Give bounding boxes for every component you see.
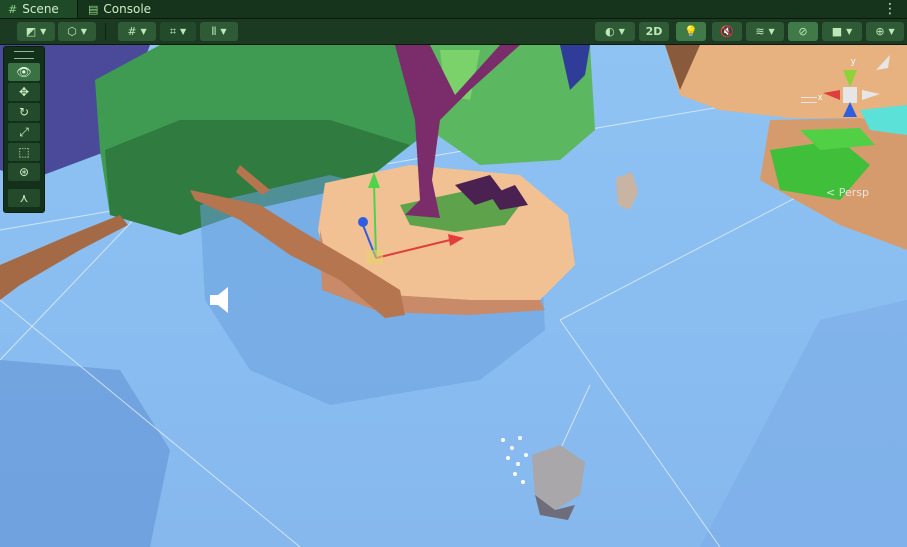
transform-icon: ⊛: [18, 165, 30, 179]
more-options-icon[interactable]: ⋮: [883, 0, 897, 18]
audio-toggle[interactable]: 🔇: [712, 22, 742, 41]
console-icon: ▤: [88, 2, 99, 16]
audio-mixer-dropdown[interactable]: ⦀ ▼: [200, 22, 238, 41]
scale-icon: ⤢: [19, 124, 29, 139]
grid-snap-icon: #: [127, 25, 137, 38]
scene-viewport[interactable]: x y < Persp: [0, 45, 907, 547]
tab-console-label: Console: [103, 2, 152, 16]
hidden-eye-icon: ⊘: [798, 25, 808, 38]
rotate-tool-button[interactable]: ↻: [8, 103, 40, 121]
lighting-toggle[interactable]: 💡: [676, 22, 706, 41]
increment-snap-dropdown[interactable]: ⌗ ▼: [160, 22, 196, 41]
tab-scene-label: Scene: [22, 2, 59, 16]
transform-tool-button[interactable]: ⊛: [8, 163, 40, 181]
shading-sphere-icon: ◐: [605, 25, 615, 38]
tab-scene[interactable]: # Scene: [0, 0, 78, 18]
effects-dropdown[interactable]: ≋ ▼: [746, 22, 784, 41]
chevron-down-icon: ▼: [40, 27, 47, 36]
cube-icon: ⬡: [67, 25, 77, 38]
svg-text:x: x: [818, 92, 823, 102]
perspective-toggle[interactable]: < Persp: [826, 186, 869, 199]
scene-grid-icon: #: [8, 2, 18, 16]
draw-mode-icon: ◩: [25, 25, 37, 38]
chevron-down-icon: ▼: [768, 27, 775, 36]
custom-tool-icon: ⋏: [19, 191, 29, 205]
chevron-down-icon: ▼: [80, 27, 87, 36]
gizmo-drag-handle[interactable]: [801, 97, 817, 103]
rotate-icon: ↻: [18, 105, 30, 119]
layers-icon: ≋: [755, 25, 765, 38]
grid-snap-dropdown[interactable]: # ▼: [118, 22, 156, 41]
scene-toolbar: ◩ ▼ ⬡ ▼ # ▼ ⌗ ▼ ⦀ ▼ ◐ ▼ 2D 💡 🔇 ≋ ▼ ⊘ ■ ▼ ⊕ ▼: [0, 19, 907, 45]
shading-mode-dropdown[interactable]: ◐ ▼: [595, 22, 635, 41]
rect-tool-button[interactable]: ⬚: [8, 143, 40, 161]
scene-visibility-toggle[interactable]: ⊘: [788, 22, 818, 41]
view-tool-button[interactable]: 👁: [8, 63, 40, 81]
chevron-down-icon: ▼: [220, 27, 227, 36]
overlay-drag-handle[interactable]: [14, 51, 34, 59]
move-arrows-icon: ✥: [18, 85, 30, 99]
increment-snap-icon: ⌗: [169, 24, 177, 38]
sliders-icon: ⦀: [211, 24, 217, 38]
draw-mode-dropdown[interactable]: ◩ ▼: [17, 22, 55, 41]
lightbulb-icon: 💡: [684, 25, 698, 38]
svg-text:y: y: [851, 56, 856, 66]
mute-speaker-icon: 🔇: [720, 25, 734, 38]
tab-console[interactable]: ▤ Console: [80, 0, 160, 18]
chevron-down-icon: ▼: [846, 27, 853, 36]
chevron-down-icon: ▼: [140, 27, 147, 36]
chevron-down-icon: ▼: [180, 27, 187, 36]
render-mode-dropdown[interactable]: ⬡ ▼: [58, 22, 96, 41]
move-tool-button[interactable]: ✥: [8, 83, 40, 101]
tab-bar: # Scene ▤ Console ⋮: [0, 0, 907, 19]
rect-transform-icon: ⬚: [18, 145, 30, 159]
camera-settings-dropdown[interactable]: ■ ▼: [822, 22, 862, 41]
camera-icon: ■: [831, 25, 843, 38]
toolbar-divider: [105, 23, 106, 40]
tools-overlay: 👁 ✥ ↻ ⤢ ⬚ ⊛ ⋏: [3, 46, 45, 213]
scale-tool-button[interactable]: ⤢: [8, 123, 40, 141]
toggle-2d-button[interactable]: 2D: [639, 22, 669, 41]
chevron-down-icon: ▼: [888, 27, 895, 36]
eye-icon: 👁: [16, 65, 32, 79]
custom-tool-button[interactable]: ⋏: [8, 189, 40, 207]
scene-render: x y: [0, 45, 907, 547]
chevron-down-icon: ▼: [618, 27, 625, 36]
gizmos-dropdown[interactable]: ⊕ ▼: [866, 22, 904, 41]
gizmo-globe-icon: ⊕: [875, 25, 885, 38]
